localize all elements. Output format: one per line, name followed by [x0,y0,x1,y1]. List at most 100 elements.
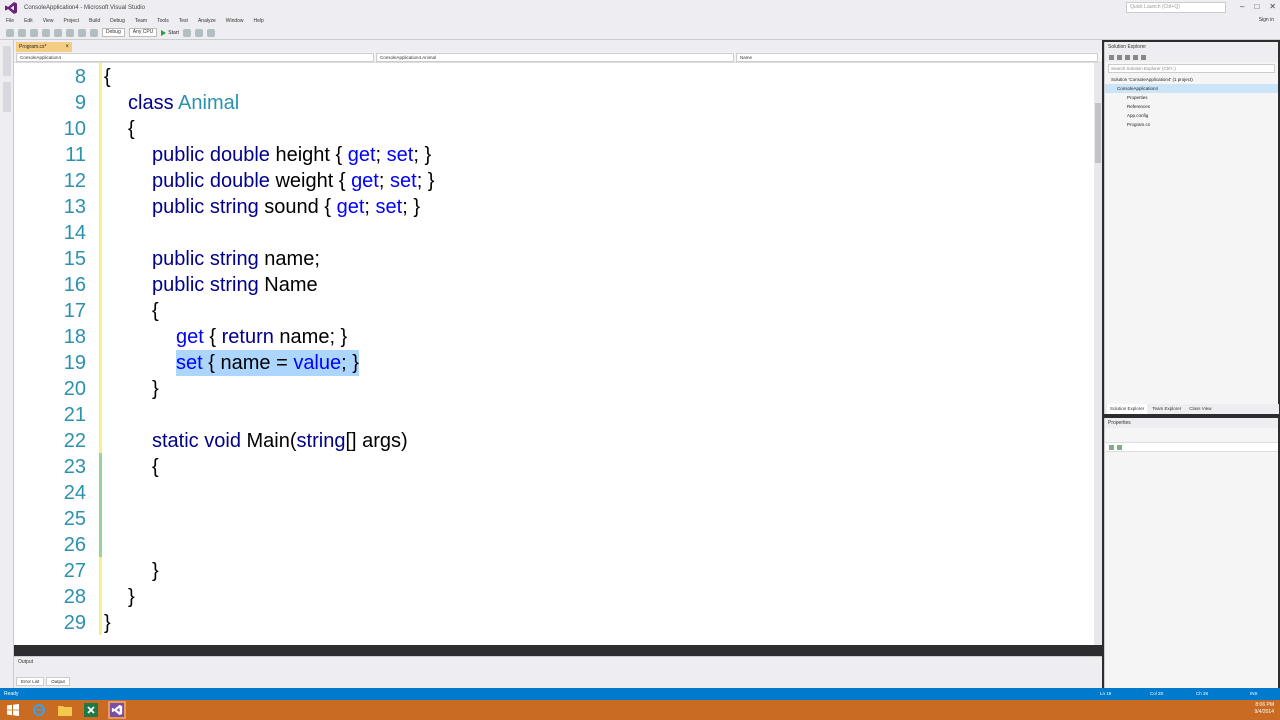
code-line[interactable]: 8{ [14,64,1094,90]
tree-item-references[interactable]: References [1105,102,1278,111]
tree-item-solution[interactable]: Solution 'ConsoleApplication4' (1 projec… [1105,75,1278,84]
menu-build[interactable]: Build [89,18,100,24]
file-explorer-icon[interactable] [58,703,72,717]
navigation-bar: ConsoleApplication4 ConsoleApplication4.… [14,52,1102,63]
keyword-token: get [336,196,365,218]
code-text: public string Name [152,272,318,298]
server-explorer-tab[interactable] [3,46,11,76]
excel-icon[interactable] [84,703,98,717]
keyword-token: class [128,92,174,114]
code-line[interactable]: 14 [14,220,1094,246]
code-line[interactable]: 27} [14,558,1094,584]
keyword-token: set [390,170,417,192]
code-line[interactable]: 11 public double height { get; set; } [14,142,1094,168]
title-bar: ConsoleApplication4 - Microsoft Visual S… [0,0,1280,16]
menu-debug[interactable]: Debug [110,18,125,24]
system-tray-clock[interactable]: 8:06 PM 9/4/2014 [1255,702,1274,716]
collapse-all-icon[interactable] [1133,54,1138,60]
maximize-button[interactable]: □ [1254,2,1259,11]
toolbar-misc-icon[interactable] [182,28,191,37]
tab-class-view[interactable]: Class View [1186,404,1214,414]
keyword-token: set [176,352,203,374]
code-line[interactable]: 25 [14,506,1094,532]
tab-program-cs[interactable]: Program.cs* × [16,42,72,52]
code-line[interactable]: 29} [14,610,1094,636]
home-icon[interactable] [1109,54,1114,60]
code-line[interactable]: 28} [14,584,1094,610]
keyword-token: set [386,144,414,166]
quick-launch-input[interactable]: Quick Launch (Ctrl+Q) [1126,2,1226,13]
tab-solution-explorer[interactable]: Solution Explorer [1107,404,1148,414]
redo-icon[interactable] [90,28,98,37]
menu-project[interactable]: Project [63,18,79,24]
categorized-icon[interactable] [1109,444,1114,450]
editor-vertical-scrollbar[interactable] [1094,63,1102,645]
menu-tools[interactable]: Tools [157,18,169,24]
code-text: } [128,584,135,610]
menu-team[interactable]: Team [135,18,147,24]
minimize-button[interactable]: – [1240,2,1244,11]
code-line[interactable]: 18 get { return name; } [14,324,1094,350]
visual-studio-taskbar-icon[interactable] [108,701,126,719]
open-icon[interactable] [42,28,50,37]
solution-config-select[interactable]: Debug [102,28,125,37]
code-line[interactable]: 23 { [14,454,1094,480]
code-line[interactable]: 22 static void Main(string[] args) [14,428,1094,454]
code-line[interactable]: 15 public string name; [14,246,1094,272]
toolbar-misc-icon[interactable] [194,28,203,37]
play-icon [161,29,167,36]
menu-analyze[interactable]: Analyze [198,18,216,24]
sign-in-link[interactable]: Sign in [1259,17,1274,23]
tree-item-project[interactable]: ConsoleApplication4 [1105,84,1278,93]
tree-item-app-config[interactable]: App.config [1105,111,1278,120]
code-line[interactable]: 9 class Animal [14,90,1094,116]
tree-item-program-cs[interactable]: Program.cs [1105,120,1278,129]
windows-start-icon[interactable] [6,703,20,717]
menu-help[interactable]: Help [254,18,264,24]
alphabetical-icon[interactable] [1117,444,1122,450]
internet-explorer-icon[interactable] [32,703,46,717]
code-line[interactable]: 13 public string sound { get; set; } [14,194,1094,220]
tab-output[interactable]: Output [46,677,70,686]
sync-icon[interactable] [1117,54,1122,60]
windows-taskbar: 8:06 PM 9/4/2014 [0,700,1280,720]
tree-item-properties[interactable]: Properties [1105,93,1278,102]
code-line[interactable]: 12 public double weight { get; set; } [14,168,1094,194]
start-button[interactable]: Start [161,29,179,36]
properties-icon[interactable] [1141,54,1146,60]
code-line[interactable]: 26 [14,532,1094,558]
code-line[interactable]: 19 set { name = value; } [14,350,1094,376]
platform-select[interactable]: Any CPU [128,28,158,37]
solution-search-input[interactable]: Search Solution Explorer (Ctrl+;) [1108,64,1275,73]
undo-icon[interactable] [78,28,86,37]
code-editor[interactable]: 8{9 class Animal 10{11 public double height… [14,63,1094,645]
close-tab-icon[interactable]: × [65,42,69,52]
code-line[interactable]: 17 { [14,298,1094,324]
save-icon[interactable] [54,28,62,37]
new-project-icon[interactable] [30,28,38,37]
type-nav-select[interactable]: ConsoleApplication4.Animal [376,53,734,62]
menu-view[interactable]: View [43,18,54,24]
menu-window[interactable]: Window [226,18,244,24]
code-line[interactable]: 24 [14,480,1094,506]
project-nav-select[interactable]: ConsoleApplication4 [16,53,374,62]
toolbar-misc-icon[interactable] [206,28,215,37]
tab-error-list[interactable]: Error List [16,677,45,686]
code-line[interactable]: 21 [14,402,1094,428]
code-line[interactable]: 16 public string Name [14,272,1094,298]
refresh-icon[interactable] [1125,54,1130,60]
toolbox-tab[interactable] [3,82,11,112]
code-line[interactable]: 20} [14,376,1094,402]
menu-file[interactable]: File [6,18,14,24]
scrollbar-thumb[interactable] [1095,103,1101,163]
keyword-token: double [209,170,270,192]
back-icon[interactable] [6,28,14,37]
forward-icon[interactable] [18,28,26,37]
save-all-icon[interactable] [66,28,74,37]
menu-test[interactable]: Test [179,18,188,24]
tab-team-explorer[interactable]: Team Explorer [1149,404,1184,414]
close-button[interactable]: ✕ [1269,2,1276,11]
member-nav-select[interactable]: Name [736,53,1098,62]
menu-edit[interactable]: Edit [24,18,33,24]
code-line[interactable]: 10 { [14,116,1094,142]
